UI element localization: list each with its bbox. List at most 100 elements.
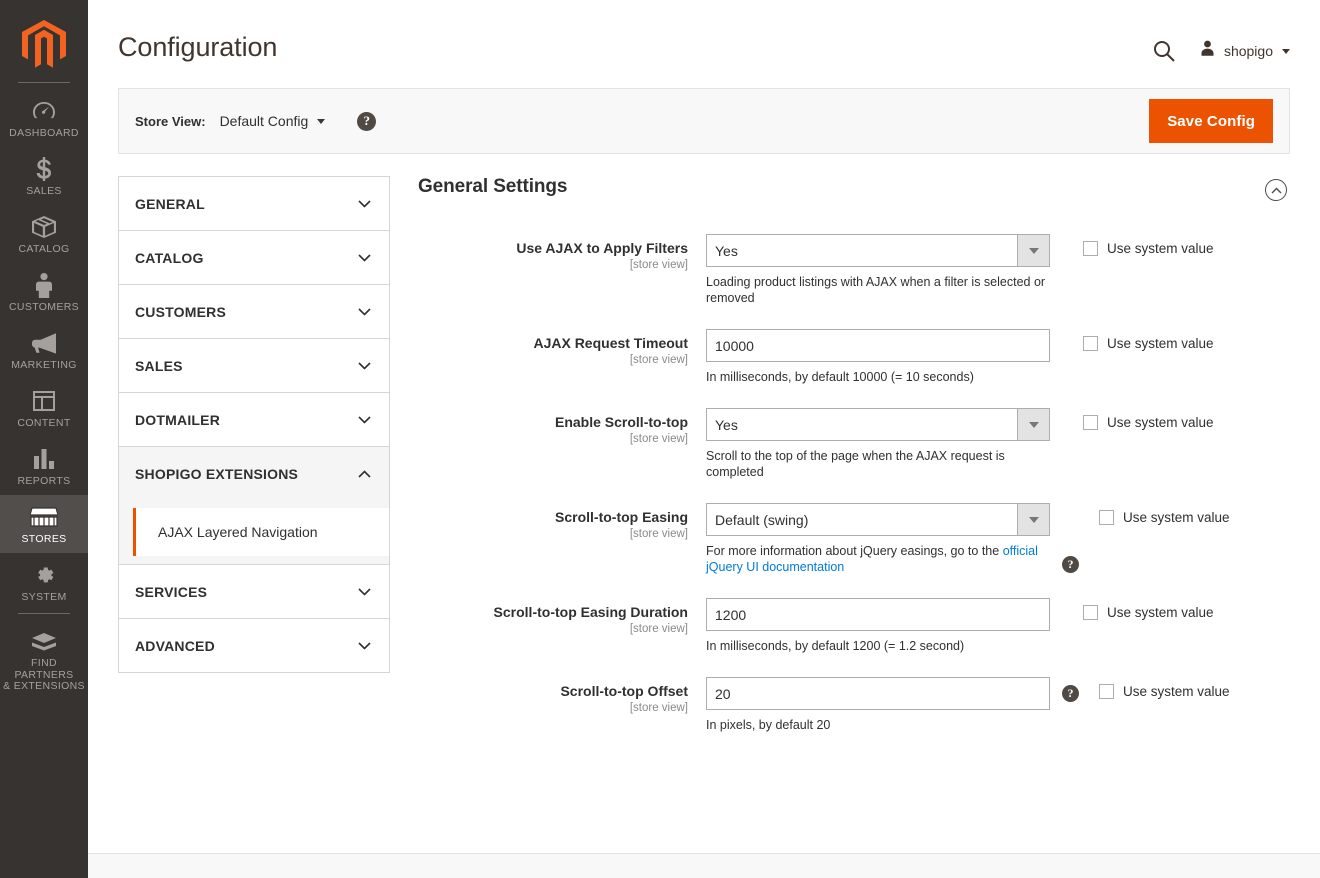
field-label: Scroll-to-top Easing Duration [store vie…	[418, 598, 706, 637]
question-mark-icon[interactable]: ?	[1062, 685, 1079, 702]
box-icon	[31, 214, 57, 240]
field-scope: [store view]	[629, 259, 688, 271]
config-section-label: CATALOG	[135, 249, 204, 266]
config-subsection-ajax-layered-navigation[interactable]: AJAX Layered Navigation	[133, 508, 389, 556]
chevron-down-icon	[1028, 516, 1039, 523]
dashboard-icon	[32, 98, 56, 124]
field-note-text: For more information about jQuery easing…	[706, 544, 1003, 558]
use-system-value-toggle[interactable]: Use system value	[1083, 413, 1214, 430]
sidebar-item-marketing[interactable]: MARKETING	[0, 321, 88, 379]
use-system-value-toggle[interactable]: Use system value	[1083, 603, 1214, 620]
field-scope: [store view]	[629, 433, 688, 445]
use-system-value-toggle[interactable]: Use system value	[1099, 508, 1230, 525]
config-section-header[interactable]: SHOPIGO EXTENSIONS	[119, 447, 389, 500]
use-system-value-checkbox[interactable]	[1099, 510, 1114, 525]
config-section-label: SALES	[135, 357, 183, 374]
field-extras: Use system value	[1050, 598, 1214, 620]
use-system-value-toggle[interactable]: Use system value	[1099, 682, 1230, 699]
scroll-to-top-easing-select[interactable]: Default (swing)	[706, 503, 1050, 536]
question-mark-icon[interactable]: ?	[357, 111, 377, 131]
field-use-ajax-to-apply-filters: Use AJAX to Apply Filters [store view] Y…	[418, 234, 1290, 306]
store-switcher-bar: Store View: Default Config ? Save Config	[118, 88, 1290, 154]
sidebar-item-catalog[interactable]: CATALOG	[0, 205, 88, 263]
use-system-value-label: Use system value	[1107, 415, 1214, 430]
use-system-value-label: Use system value	[1107, 336, 1214, 351]
use-system-value-checkbox[interactable]	[1099, 684, 1114, 699]
config-section-header[interactable]: DOTMAILER	[119, 393, 389, 446]
use-system-value-toggle[interactable]: Use system value	[1083, 334, 1214, 351]
config-section-header[interactable]: SERVICES	[119, 565, 389, 618]
sidebar-divider-top	[18, 82, 70, 83]
select-toggle-button[interactable]	[1017, 235, 1049, 266]
use-system-value-checkbox[interactable]	[1083, 415, 1098, 430]
admin-sidebar: DASHBOARD SALES CATALOG CUSTOMERS MARKET	[0, 0, 88, 878]
sidebar-item-label: DASHBOARD	[9, 127, 79, 139]
scroll-to-top-offset-input[interactable]	[706, 677, 1050, 710]
field-enable-scroll-to-top: Enable Scroll-to-top [store view] Yes Sc…	[418, 408, 1290, 480]
select-toggle-button[interactable]	[1017, 409, 1049, 440]
config-section-header[interactable]: CATALOG	[119, 231, 389, 284]
field-label: Scroll-to-top Easing [store view]	[418, 503, 706, 542]
use-system-value-checkbox[interactable]	[1083, 336, 1098, 351]
sidebar-item-system[interactable]: SYSTEM	[0, 553, 88, 611]
sidebar-item-label: MARKETING	[11, 359, 77, 371]
sidebar-item-reports[interactable]: REPORTS	[0, 437, 88, 495]
select-toggle-button[interactable]	[1017, 504, 1049, 535]
config-section-header[interactable]: ADVANCED	[119, 619, 389, 672]
config-section-shopigo-extensions: SHOPIGO EXTENSIONS AJAX Layered Navigati…	[118, 446, 390, 564]
sidebar-item-find-partners-extensions[interactable]: FIND PARTNERS & EXTENSIONS	[0, 620, 88, 701]
sidebar-item-label: REPORTS	[17, 475, 71, 487]
search-icon[interactable]	[1151, 38, 1177, 64]
enable-scroll-to-top-select[interactable]: Yes	[706, 408, 1050, 441]
field-note: Loading product listings with AJAX when …	[706, 275, 1046, 305]
sidebar-item-customers[interactable]: CUSTOMERS	[0, 263, 88, 321]
question-mark-icon[interactable]: ?	[1062, 556, 1079, 573]
chevron-down-icon	[358, 199, 371, 208]
select-value: Yes	[715, 242, 738, 259]
magento-logo[interactable]	[0, 8, 88, 80]
configuration-body: GENERAL CATALOG CUSTOMERS SALES DOTMAILE…	[88, 154, 1320, 756]
settings-fields: Use AJAX to Apply Filters [store view] Y…	[418, 234, 1290, 733]
bar-chart-icon	[32, 446, 56, 472]
page-footer	[88, 853, 1320, 878]
config-subsection-list: AJAX Layered Navigation	[119, 500, 389, 564]
use-ajax-select[interactable]: Yes	[706, 234, 1050, 267]
field-label: Enable Scroll-to-top [store view]	[418, 408, 706, 447]
sidebar-item-stores[interactable]: STORES	[0, 495, 88, 553]
admin-page: DASHBOARD SALES CATALOG CUSTOMERS MARKET	[0, 0, 1320, 878]
scroll-to-top-easing-duration-input[interactable]	[706, 598, 1050, 631]
sidebar-item-label: CUSTOMERS	[8, 301, 80, 313]
chevron-down-icon	[317, 118, 326, 124]
field-note: For more information about jQuery easing…	[706, 543, 1050, 575]
use-system-value-toggle[interactable]: Use system value	[1083, 239, 1214, 256]
sidebar-item-content[interactable]: CONTENT	[0, 379, 88, 437]
field-ajax-request-timeout: AJAX Request Timeout [store view] In mil…	[418, 329, 1290, 385]
save-config-button[interactable]: Save Config	[1149, 99, 1273, 143]
use-system-value-checkbox[interactable]	[1083, 605, 1098, 620]
store-view-select[interactable]: Default Config	[220, 113, 326, 129]
config-section-label: SHOPIGO EXTENSIONS	[135, 465, 299, 482]
ajax-request-timeout-input[interactable]	[706, 329, 1050, 362]
page-title: Configuration	[118, 32, 278, 62]
page-header: Configuration shopigo	[88, 0, 1320, 64]
config-section-header[interactable]: GENERAL	[119, 177, 389, 230]
magento-logo-icon	[22, 20, 66, 68]
config-section-header[interactable]: SALES	[119, 339, 389, 392]
section-title: General Settings	[418, 176, 568, 197]
sidebar-item-label: SALES	[26, 185, 62, 197]
field-scope: [store view]	[629, 702, 688, 714]
configuration-sections-nav: GENERAL CATALOG CUSTOMERS SALES DOTMAILE…	[118, 176, 390, 673]
user-menu[interactable]: shopigo	[1199, 40, 1290, 62]
sidebar-item-dashboard[interactable]: DASHBOARD	[0, 89, 88, 147]
field-control: Yes Scroll to the top of the page when t…	[706, 408, 1050, 480]
use-system-value-label: Use system value	[1123, 684, 1230, 699]
config-section-header[interactable]: CUSTOMERS	[119, 285, 389, 338]
config-section-services: SERVICES	[118, 564, 390, 618]
config-section-advanced: ADVANCED	[118, 618, 390, 673]
config-section-label: SERVICES	[135, 583, 208, 600]
use-system-value-label: Use system value	[1123, 510, 1230, 525]
chevron-up-circle-icon[interactable]	[1265, 179, 1287, 201]
config-section-customers: CUSTOMERS	[118, 284, 390, 338]
sidebar-item-sales[interactable]: SALES	[0, 147, 88, 205]
use-system-value-checkbox[interactable]	[1083, 241, 1098, 256]
